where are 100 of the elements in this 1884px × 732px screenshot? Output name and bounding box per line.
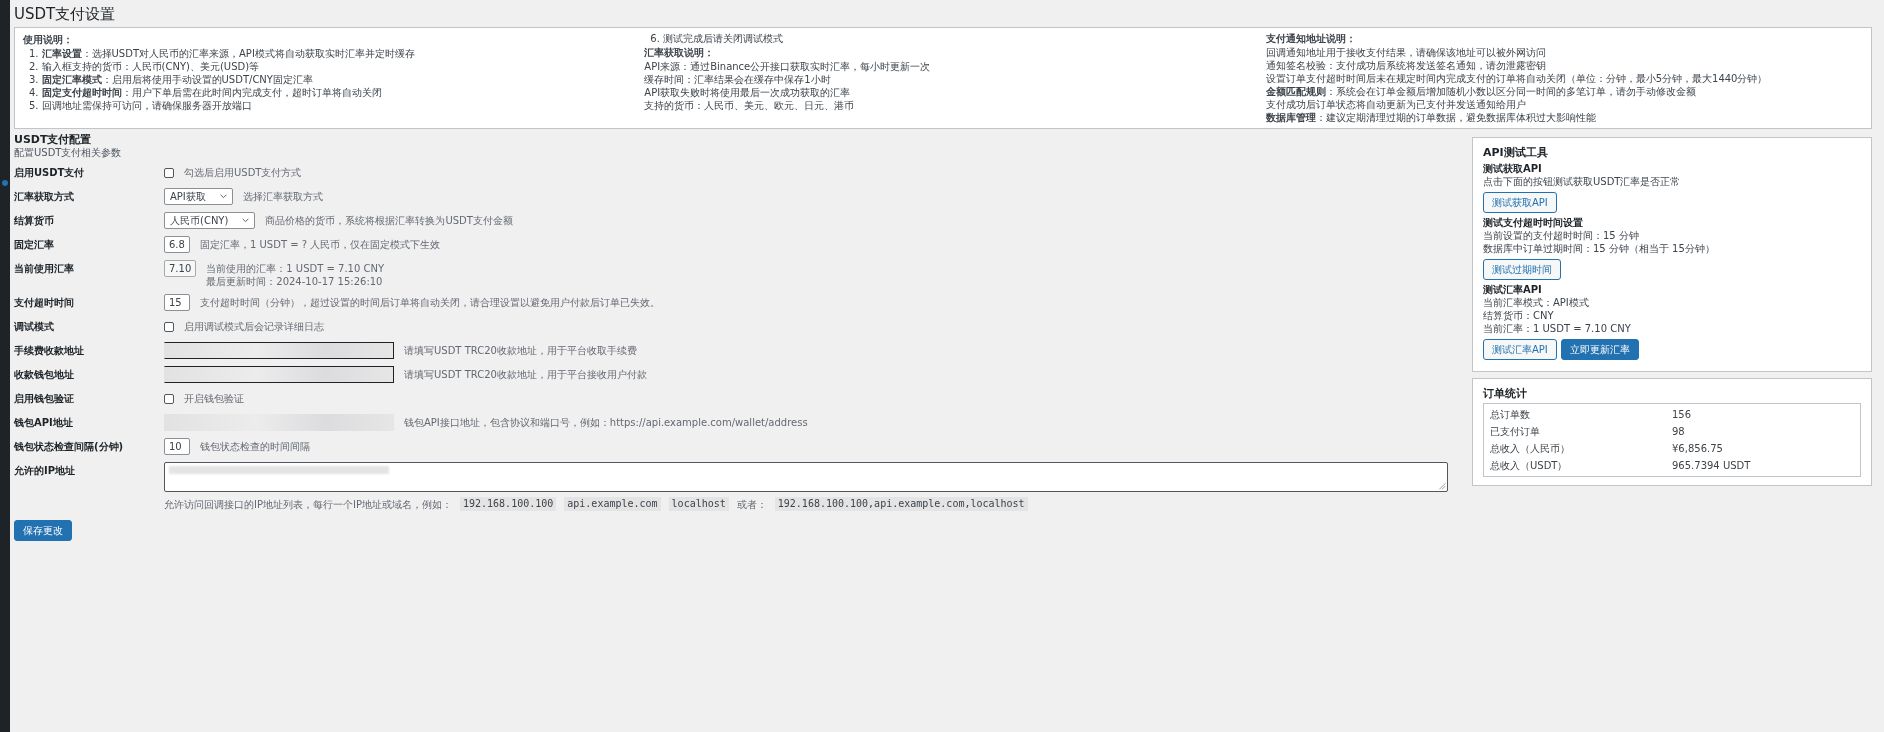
field-description: 或者： <box>736 497 767 511</box>
field-label: 固定汇率 <box>14 238 55 252</box>
field-label: 调试模式 <box>14 320 55 334</box>
info-text: 当前汇率：1 USDT = 7.10 CNY <box>1483 322 1632 335</box>
input-field[interactable]: 7.10 <box>164 260 197 277</box>
page-title: USDT支付设置 <box>14 4 117 25</box>
info-text: 数据库中订单过期时间：15 分钟（相当于 15分钟） <box>1483 242 1716 255</box>
field-description: 开启钱包验证 <box>184 392 244 405</box>
field-description: 请填写USDT TRC20收款地址，用于平台收取手续费 <box>404 344 637 357</box>
notice-text: 支付成功后订单状态将自动更新为已支付并发送通知给用户 <box>1265 98 1527 111</box>
section-subtitle: 配置USDT支付相关参数 <box>14 146 123 159</box>
code-sample: api.example.com <box>564 497 661 511</box>
checkbox[interactable] <box>164 321 174 332</box>
info-text: 结算货币：CNY <box>1483 309 1555 322</box>
field-label: 启用钱包验证 <box>14 392 75 406</box>
field-description: 选择汇率获取方式 <box>242 190 323 203</box>
field-description: 请填写USDT TRC20收款地址，用于平台接收用户付款 <box>404 368 647 381</box>
field-label: 钱包状态检查间隔(分钟) <box>14 440 125 454</box>
field-description: 钱包状态检查的时间间隔 <box>200 440 310 453</box>
card-title: API测试工具 <box>1483 146 1549 159</box>
info-text: 点击下面的按钮测试获取USDT汇率是否正常 <box>1483 175 1682 188</box>
caret-icon <box>242 218 250 223</box>
field-label: 手续费收款地址 <box>14 344 85 358</box>
notice-text: 输入框支持的货币：人民币(CNY)、美元(USD)等 <box>41 60 260 73</box>
test-button[interactable]: 测试获取API <box>1483 192 1557 213</box>
field-label: 当前使用汇率 <box>14 262 75 276</box>
field-label: 收款钱包地址 <box>14 368 75 382</box>
group-heading: 测试支付超时时间设置 <box>1483 216 1584 229</box>
notice-text: 缓存时间：汇率结果会在缓存中保存1小时 <box>644 73 832 86</box>
field-description: 钱包API接口地址，包含协议和端口号，例如：https://api.example.com/wallet/address <box>404 416 808 429</box>
list-number: 2. <box>29 60 39 73</box>
group-heading: 测试获取API <box>1483 162 1543 175</box>
table-cell-text: 总收入（USDT） <box>1490 459 1569 473</box>
field-description: 支付超时时间（分钟），超过设置的时间后订单将自动关闭，请合理设置以避免用户付款后订单已失效。 <box>200 296 660 309</box>
notice-text: 支持的货币：人民币、美元、欧元、日元、港币 <box>644 99 856 112</box>
menu-indicator-icon <box>2 180 8 186</box>
field-label: 支付超时时间 <box>14 296 75 310</box>
resize-grip-icon[interactable] <box>1438 482 1446 490</box>
checkbox[interactable] <box>164 167 174 178</box>
field-description: 最后更新时间：2024-10-17 15:26:10 <box>206 275 383 288</box>
table-cell-text: 总订单数 <box>1490 408 1531 422</box>
code-sample: 192.168.100.100 <box>459 497 557 511</box>
notice-text: 通知签名校验：支付成功后系统将发送签名通知，请勿泄露密钥 <box>1265 59 1547 72</box>
field-label: 允许的IP地址 <box>14 464 77 478</box>
list-number: 6. <box>650 32 660 45</box>
field-label: 汇率获取方式 <box>14 190 75 204</box>
notice-text: 数据库管理：建议定期清理过期的订单数据，避免数据库体积过大影响性能 <box>1265 111 1597 124</box>
table-cell-text: ¥6,856.75 <box>1672 442 1724 456</box>
table-cell-text: 98 <box>1672 425 1686 439</box>
field-description: 商品价格的货币，系统将根据汇率转换为USDT支付金额 <box>265 214 513 227</box>
list-number: 4. <box>29 86 39 99</box>
table-cell-text: 156 <box>1672 408 1693 422</box>
field-label: 钱包API地址 <box>14 416 74 430</box>
field-description: 勾选后启用USDT支付方式 <box>184 166 302 179</box>
field-label: 结算货币 <box>14 214 55 228</box>
input-field[interactable]: 6.8 <box>164 236 190 253</box>
select-field[interactable]: API获取 <box>164 188 233 205</box>
field-description: 固定汇率，1 USDT = ? 人民币，仅在固定模式下生效 <box>200 238 441 251</box>
field-label: 启用USDT支付 <box>14 166 86 180</box>
info-text: 当前汇率模式：API模式 <box>1483 296 1590 309</box>
caret-icon <box>219 194 227 199</box>
info-text: 当前设置的支付超时时间：15 分钟 <box>1483 229 1640 242</box>
test-button[interactable]: 测试汇率API <box>1483 339 1557 360</box>
notice-text: 回调地址需保持可访问，请确保服务器开放端口 <box>41 99 252 112</box>
notice-text: 金额匹配规则：系统会在订单金额后增加随机小数以区分同一时间的多笔订单，请勿手动修改金额 <box>1265 85 1697 98</box>
list-number: 1. <box>29 47 39 60</box>
save-button[interactable]: 保存更改 <box>14 520 72 541</box>
table-cell-text: 已支付订单 <box>1490 425 1541 439</box>
table-cell-text: 965.7394 USDT <box>1672 459 1752 473</box>
notice-text: 设置订单支付超时时间后未在规定时间内完成支付的订单将自动关闭（单位：分钟，最小5分钟，最大1440分钟） <box>1265 72 1769 85</box>
notice-text: 测试完成后请关闭调试模式 <box>662 32 783 45</box>
input-field[interactable]: 10 <box>164 438 190 455</box>
test-button[interactable]: 立即更新汇率 <box>1560 339 1639 360</box>
card-title: 订单统计 <box>1483 387 1528 400</box>
section-title: USDT支付配置 <box>14 133 93 146</box>
field-description: 启用调试模式后会记录详细日志 <box>184 320 324 333</box>
test-button[interactable]: 测试过期时间 <box>1483 259 1561 280</box>
notice-heading: 汇率获取说明： <box>644 46 716 59</box>
redacted-field[interactable] <box>164 342 394 359</box>
notice-text: 固定支付超时时间：用户下单后需在此时间内完成支付，超时订单将自动关闭 <box>41 86 382 99</box>
field-description: 允许访问回调接口的IP地址列表，每行一个IP地址或域名，例如： <box>164 497 452 511</box>
list-number: 3. <box>29 73 39 86</box>
notice-text: 汇率设置：选择USDT对人民币的汇率来源，API模式将自动获取实时汇率并定时缓存 <box>41 47 415 60</box>
notice-text: API来源：通过Binance公开接口获取实时汇率，每小时更新一次 <box>644 60 932 73</box>
notice-text: API获取失败时将使用最后一次成功获取的汇率 <box>644 86 852 99</box>
group-heading: 测试汇率API <box>1483 283 1543 296</box>
table-cell-text: 总收入（人民币） <box>1490 442 1571 456</box>
input-field[interactable]: 15 <box>164 294 190 311</box>
redacted-field[interactable] <box>164 366 394 383</box>
code-sample: 192.168.100.100,api.example.com,localhost <box>774 497 1028 511</box>
checkbox[interactable] <box>164 393 174 404</box>
notice-text: 回调通知地址用于接收支付结果，请确保该地址可以被外网访问 <box>1265 46 1547 59</box>
notice-heading: 使用说明： <box>23 33 74 46</box>
textarea-field[interactable] <box>164 462 1448 492</box>
code-sample: localhost <box>668 497 729 511</box>
list-number: 5. <box>29 99 39 112</box>
select-field[interactable]: 人民币(CNY) <box>164 212 256 229</box>
field-description: 当前使用的汇率：1 USDT = 7.10 CNY <box>206 262 385 275</box>
notice-text: 固定汇率模式：启用后将使用手动设置的USDT/CNY固定汇率 <box>41 73 313 86</box>
notice-heading: 支付通知地址说明： <box>1265 32 1357 45</box>
